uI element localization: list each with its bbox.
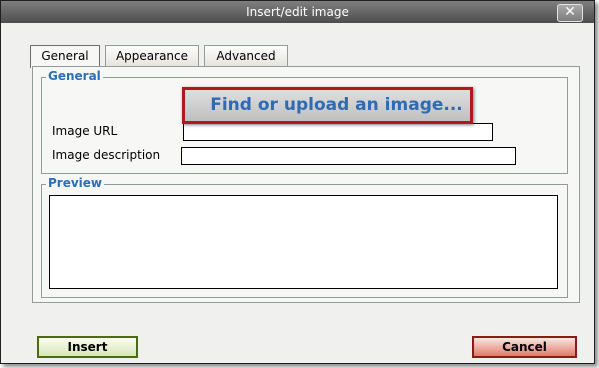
find-upload-image-button[interactable]: Find or upload an image...: [182, 87, 473, 124]
close-icon: ✕: [564, 4, 576, 20]
insert-button[interactable]: Insert: [37, 336, 138, 358]
insert-edit-image-dialog: Insert/edit image ✕ General Appearance A…: [0, 0, 595, 364]
tab-advanced[interactable]: Advanced: [204, 45, 288, 67]
cancel-button[interactable]: Cancel: [472, 336, 577, 358]
general-legend: General: [46, 69, 103, 83]
close-button[interactable]: ✕: [557, 4, 583, 22]
image-description-input[interactable]: [181, 147, 516, 165]
tab-general[interactable]: General: [30, 45, 100, 68]
dialog-titlebar[interactable]: Insert/edit image ✕: [1, 1, 594, 23]
image-preview-area: [49, 195, 558, 289]
image-url-label: Image URL: [52, 124, 118, 138]
image-description-label: Image description: [52, 148, 161, 162]
image-url-input[interactable]: [183, 123, 493, 141]
preview-legend: Preview: [46, 176, 105, 190]
dialog-title: Insert/edit image: [246, 5, 349, 19]
tab-appearance[interactable]: Appearance: [105, 45, 199, 67]
